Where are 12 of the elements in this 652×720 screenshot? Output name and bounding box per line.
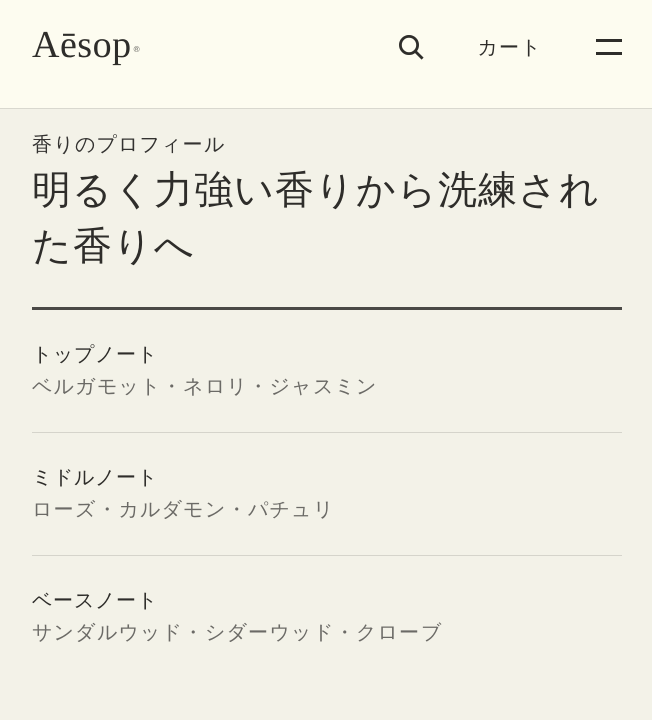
note-value: ローズ・カルダモン・パチュリ (32, 496, 336, 523)
menu-icon[interactable] (596, 39, 622, 55)
cart-link[interactable]: カート (478, 34, 542, 60)
note-value: サンダルウッド・シダーウッド・クローブ (32, 619, 444, 646)
search-icon[interactable] (398, 34, 424, 60)
section-heading: 明るく力強い香りから洗練された香りへ (32, 167, 601, 271)
note-label: ミドルノート (32, 464, 159, 491)
section-eyebrow: 香りのプロフィール (32, 131, 226, 158)
note-label: トップノート (32, 341, 159, 368)
logo-link[interactable]: Aēsop® (32, 23, 141, 67)
note-value: ベルガモット・ネロリ・ジャスミン (32, 373, 379, 400)
note-label: ベースノート (32, 587, 159, 614)
